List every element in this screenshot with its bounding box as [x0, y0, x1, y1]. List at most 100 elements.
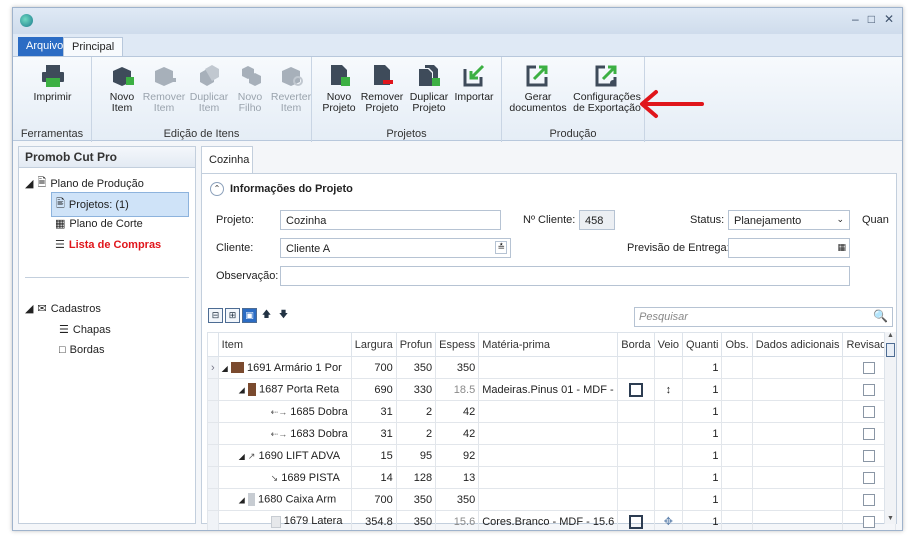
borda-cell[interactable]: [617, 356, 655, 379]
profun-cell[interactable]: 350: [395, 510, 437, 530]
revisado-checkbox[interactable]: [863, 515, 876, 528]
dados-cell[interactable]: [751, 356, 844, 379]
espess-cell[interactable]: 18.5: [435, 378, 480, 401]
profun-cell[interactable]: 2: [395, 422, 437, 445]
remove-item-button[interactable]: Remover Item: [142, 63, 186, 114]
table-row[interactable]: ⇠→ 1685 Dobra 31 2 42 1: [207, 400, 897, 423]
largura-cell[interactable]: 354.8: [350, 510, 397, 530]
select-all-icon[interactable]: ▣: [242, 308, 257, 323]
revisado-checkbox[interactable]: [863, 405, 876, 418]
quant-cell[interactable]: 1: [682, 488, 723, 511]
collapse-triangle-icon[interactable]: ◢: [239, 385, 245, 394]
col-item[interactable]: Item: [217, 332, 352, 357]
table-row[interactable]: ↘ 1689 PISTA 14 128 13 1: [207, 466, 897, 489]
scroll-down-icon[interactable]: ▼: [885, 515, 896, 522]
col-veio[interactable]: Veio: [653, 332, 684, 357]
vertical-scrollbar[interactable]: ▲ ▼: [884, 332, 896, 524]
col-borda[interactable]: Borda: [617, 332, 655, 357]
scroll-up-icon[interactable]: ▲: [885, 332, 896, 339]
cliente-select[interactable]: Cliente A ≛: [280, 238, 511, 258]
quant-cell[interactable]: 1: [682, 444, 723, 467]
tab-principal[interactable]: Principal: [63, 37, 124, 56]
revisado-checkbox[interactable]: [863, 361, 876, 374]
materia-cell[interactable]: [478, 400, 619, 423]
tree-item-lista-compras[interactable]: ☰ Lista de Compras: [55, 238, 161, 252]
borda-cell[interactable]: [617, 422, 655, 445]
espess-cell[interactable]: 42: [435, 400, 480, 423]
col-obs[interactable]: Obs.: [721, 332, 753, 357]
generate-documents-button[interactable]: Gerar documentos: [507, 63, 569, 114]
collapse-all-icon[interactable]: ⊟: [208, 308, 223, 323]
table-row[interactable]: › ◢ 1691 Armário 1 Por 700 350 350 1: [207, 356, 897, 379]
espess-cell[interactable]: 350: [435, 356, 480, 379]
borda-cell[interactable]: [617, 378, 655, 401]
espess-cell[interactable]: 15.6: [435, 510, 480, 530]
tree-item-plano-corte[interactable]: ▦ Plano de Corte: [55, 217, 143, 231]
table-row[interactable]: ◢ 1687 Porta Reta 690 330 18.5 Madeiras.…: [207, 378, 897, 401]
col-materia-prima[interactable]: Matéria-prima: [478, 332, 619, 357]
table-row[interactable]: ⇠→ 1683 Dobra 31 2 42 1: [207, 422, 897, 445]
item-cell[interactable]: ◢ ↗ 1690 LIFT ADVA: [217, 444, 352, 467]
borda-cell[interactable]: [617, 400, 655, 423]
espess-cell[interactable]: 350: [435, 488, 480, 511]
item-cell[interactable]: ⇠→ 1683 Dobra: [217, 422, 352, 445]
obs-cell[interactable]: [721, 444, 753, 467]
col-dados-adicionais[interactable]: Dados adicionais: [751, 332, 844, 357]
obs-cell[interactable]: [721, 422, 753, 445]
new-item-button[interactable]: Novo Item: [102, 63, 142, 114]
veio-cell[interactable]: [653, 466, 684, 489]
quant-cell[interactable]: 1: [682, 378, 723, 401]
veio-cell[interactable]: [653, 444, 684, 467]
export-settings-button[interactable]: Configurações de Exportação: [572, 63, 642, 114]
item-cell[interactable]: ◢ 1691 Armário 1 Por: [217, 356, 352, 379]
quant-cell[interactable]: 1: [682, 356, 723, 379]
maximize-icon[interactable]: □: [868, 12, 875, 26]
dados-cell[interactable]: [751, 510, 844, 530]
profun-cell[interactable]: 350: [395, 356, 437, 379]
veio-cell[interactable]: [653, 400, 684, 423]
col-profun[interactable]: Profun: [395, 332, 437, 357]
expand-all-icon[interactable]: ⊞: [225, 308, 240, 323]
profun-cell[interactable]: 95: [395, 444, 437, 467]
new-child-button[interactable]: Novo Filho: [230, 63, 270, 114]
revisado-checkbox[interactable]: [863, 449, 876, 462]
observacao-field[interactable]: [280, 266, 850, 286]
duplicate-item-button[interactable]: Duplicar Item: [187, 63, 231, 114]
obs-cell[interactable]: [721, 356, 753, 379]
quant-cell[interactable]: 1: [682, 400, 723, 423]
status-select[interactable]: Planejamento ⌄: [728, 210, 850, 230]
collapse-triangle-icon[interactable]: ◢: [239, 452, 245, 461]
materia-cell[interactable]: [478, 488, 619, 511]
profun-cell[interactable]: 2: [395, 400, 437, 423]
revisado-checkbox[interactable]: [863, 383, 876, 396]
chevron-down-icon[interactable]: ⌄: [836, 214, 844, 225]
search-input[interactable]: Pesquisar 🔍: [634, 307, 893, 327]
remove-project-button[interactable]: Remover Projeto: [360, 63, 404, 114]
materia-cell[interactable]: Cores.Branco - MDF - 15.6: [478, 510, 619, 530]
arrow-up-icon[interactable]: 🡅: [259, 308, 274, 323]
revisado-checkbox[interactable]: [863, 427, 876, 440]
chevron-up-icon[interactable]: ⌃: [210, 182, 224, 196]
materia-cell[interactable]: Madeiras.Pinus 01 - MDF -: [478, 378, 619, 401]
profun-cell[interactable]: 128: [395, 466, 437, 489]
scroll-thumb[interactable]: [886, 343, 895, 357]
previsao-date-field[interactable]: ▦: [728, 238, 850, 258]
obs-cell[interactable]: [721, 466, 753, 489]
collapse-triangle-icon[interactable]: ◢: [222, 364, 228, 373]
largura-cell[interactable]: 31: [350, 400, 397, 423]
obs-cell[interactable]: [721, 400, 753, 423]
largura-cell[interactable]: 14: [350, 466, 397, 489]
import-button[interactable]: Importar: [452, 63, 496, 103]
table-row[interactable]: ◢ ↗ 1690 LIFT ADVA 15 95 92 1: [207, 444, 897, 467]
veio-cell[interactable]: [653, 422, 684, 445]
quant-cell[interactable]: 1: [682, 466, 723, 489]
espess-cell[interactable]: 13: [435, 466, 480, 489]
collapse-triangle-icon[interactable]: ◢: [25, 302, 33, 315]
profun-cell[interactable]: 330: [395, 378, 437, 401]
quant-cell[interactable]: 1: [682, 422, 723, 445]
largura-cell[interactable]: 31: [350, 422, 397, 445]
borda-cell[interactable]: [617, 488, 655, 511]
materia-cell[interactable]: [478, 444, 619, 467]
borda-cell[interactable]: [617, 510, 655, 530]
collapse-triangle-icon[interactable]: ◢: [25, 177, 33, 190]
